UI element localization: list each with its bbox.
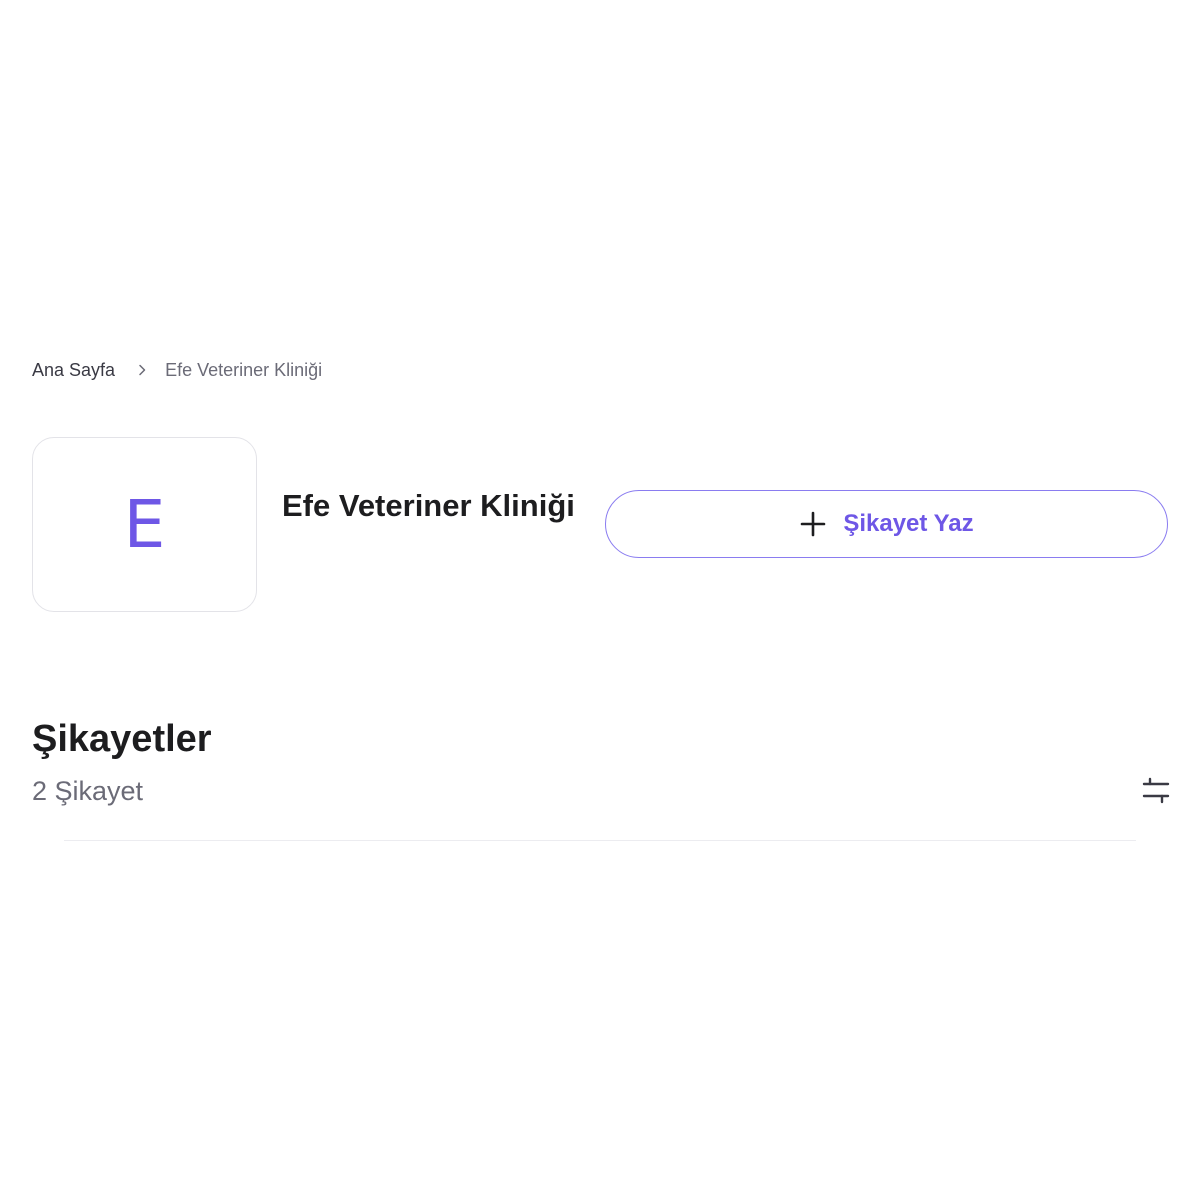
write-complaint-button[interactable]: Şikayet Yaz — [605, 490, 1168, 558]
chevron-right-icon — [137, 364, 147, 376]
complaints-count: 2 Şikayet — [32, 776, 144, 806]
company-logo-letter: E — [123, 485, 166, 563]
breadcrumb: Ana Sayfa Efe Veteriner Kliniği — [32, 358, 322, 382]
company-name: Efe Veteriner Kliniği — [282, 488, 575, 523]
sliders-icon — [1142, 777, 1170, 804]
filter-button[interactable] — [1140, 774, 1172, 806]
section-divider — [64, 840, 1136, 841]
breadcrumb-current: Efe Veteriner Kliniği — [165, 360, 323, 380]
company-logo: E — [32, 437, 257, 612]
write-complaint-label: Şikayet Yaz — [843, 510, 974, 537]
plus-icon — [799, 510, 827, 538]
page: Ana Sayfa Efe Veteriner Kliniği E Efe Ve… — [0, 0, 1200, 1200]
complaints-title: Şikayetler — [32, 718, 212, 760]
breadcrumb-home-link[interactable]: Ana Sayfa — [32, 358, 115, 382]
